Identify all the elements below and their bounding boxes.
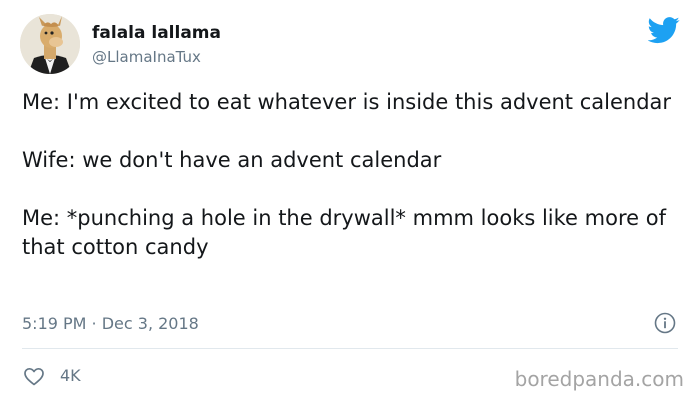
like-action[interactable]: 4K — [22, 364, 81, 388]
tweet-meta: 5:19 PM · Dec 3, 2018 — [22, 312, 678, 336]
display-name[interactable]: falala lallama — [92, 22, 221, 44]
divider — [22, 348, 678, 349]
twitter-bird-icon[interactable] — [648, 14, 680, 46]
info-icon[interactable] — [654, 312, 676, 334]
tweet-paragraph: Me: *punching a hole in the drywall* mmm… — [22, 206, 666, 259]
tweet-text: Me: I'm excited to eat whatever is insid… — [22, 88, 682, 262]
user-handle[interactable]: @LlamaInaTux — [92, 47, 221, 67]
llama-avatar-icon — [20, 14, 80, 74]
heart-icon[interactable] — [22, 364, 46, 388]
watermark: boredpanda.com — [514, 367, 684, 391]
tweet-paragraph: Wife: we don't have an advent calendar — [22, 148, 442, 172]
avatar[interactable] — [20, 14, 80, 74]
tweet-paragraph: Me: I'm excited to eat whatever is insid… — [22, 90, 672, 114]
like-count: 4K — [60, 366, 81, 385]
tweet-card: falala lallama @LlamaInaTux Me: I'm exci… — [0, 0, 700, 402]
user-info: falala lallama @LlamaInaTux — [92, 22, 221, 67]
timestamp[interactable]: 5:19 PM · Dec 3, 2018 — [22, 314, 199, 333]
